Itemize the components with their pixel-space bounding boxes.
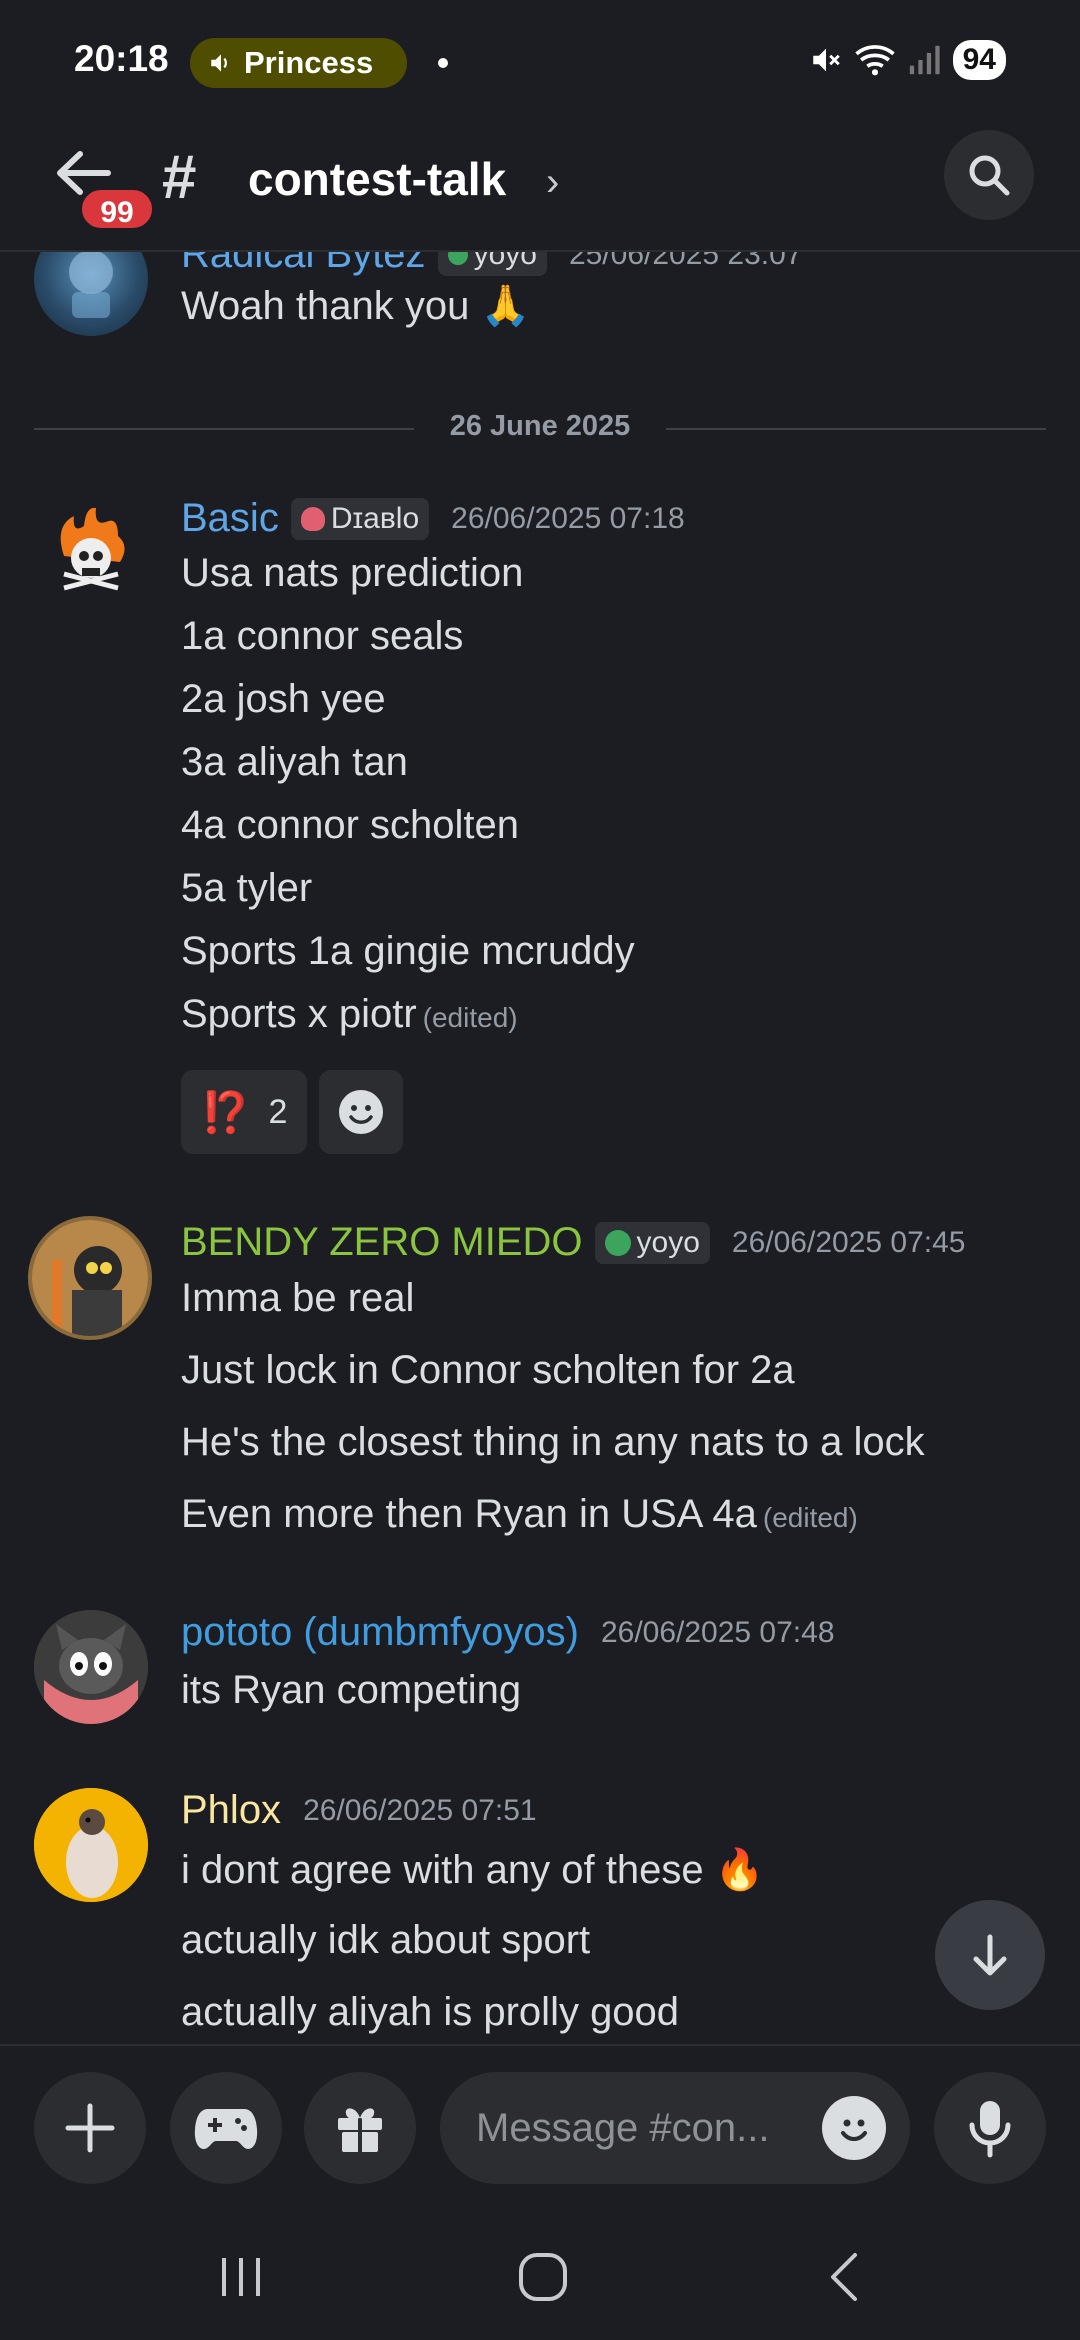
- username[interactable]: BENDY ZERO MIEDO: [181, 1220, 583, 1265]
- smiley-icon: [841, 2119, 867, 2141]
- chevron-left-icon: [831, 2253, 857, 2301]
- status-time: 20:18: [74, 38, 169, 79]
- activities-button[interactable]: [170, 2072, 282, 2184]
- edited-label: (edited): [762, 1502, 858, 1533]
- message-header: Radical Bytez yoyo 25/06/2025 23:07: [181, 252, 803, 277]
- username[interactable]: Radical Bytez: [181, 252, 426, 277]
- username[interactable]: Basic: [181, 496, 279, 541]
- microphone-icon: [969, 2101, 1011, 2158]
- channel-header: 99 # contest-talk ›: [0, 120, 1080, 252]
- battery-indicator: 94: [952, 40, 1006, 80]
- recent-apps-button[interactable]: [196, 2242, 286, 2312]
- skull-icon: [604, 1229, 631, 1256]
- date-divider: 26 June 2025: [34, 410, 1046, 446]
- message-input-container[interactable]: [440, 2072, 910, 2184]
- timestamp: 26/06/2025 07:18: [451, 501, 685, 535]
- avatar[interactable]: [28, 1216, 152, 1340]
- channel-hash-icon: #: [162, 143, 197, 212]
- guild-tag: yoyo: [594, 1221, 710, 1264]
- home-icon: [519, 2253, 567, 2301]
- message-text: 4a connor scholten: [181, 803, 520, 847]
- message-text: Woah thank you 🙏: [181, 284, 531, 328]
- voice-message-button[interactable]: [934, 2072, 1046, 2184]
- search-button[interactable]: [944, 130, 1034, 220]
- timestamp: 26/06/2025 07:51: [303, 1793, 537, 1827]
- skull-icon: [447, 252, 468, 265]
- system-back-button[interactable]: [800, 2242, 890, 2312]
- gift-button[interactable]: [304, 2072, 416, 2184]
- recents-icon: [222, 2258, 260, 2296]
- arrow-down-icon: [973, 1934, 1007, 1976]
- interrobang-emoji: ⁉️: [200, 1090, 251, 1135]
- message-text: actually aliyah is prolly good: [181, 1990, 680, 2034]
- guild-tag-label: yoyo: [473, 252, 537, 271]
- speaker-icon: [211, 54, 227, 72]
- mute-icon: [812, 48, 840, 72]
- add-reaction-button[interactable]: [319, 1070, 403, 1154]
- avatar[interactable]: [34, 252, 148, 336]
- attach-button[interactable]: [34, 2072, 146, 2184]
- message-text: Imma be real: [181, 1276, 415, 1320]
- message-text: actually idk about sport: [181, 1918, 591, 1962]
- message-text: 1a connor seals: [181, 614, 464, 658]
- message-text: 2a josh yee: [181, 677, 386, 721]
- gem-icon: [300, 506, 325, 531]
- guild-tag: yoyo: [437, 252, 547, 276]
- message-text: Just lock in Connor scholten for 2a: [181, 1348, 795, 1392]
- username[interactable]: Phlox: [181, 1788, 281, 1833]
- message-text-last: Sports x piotr: [181, 992, 417, 1036]
- message-text: He's the closest thing in any nats to a …: [181, 1420, 925, 1464]
- message-header: BENDY ZERO MIEDO yoyo 26/06/2025 07:45: [181, 1220, 965, 1265]
- message-text: i dont agree with any of these 🔥: [181, 1848, 765, 1892]
- message-list[interactable]: Radical Bytez yoyo 25/06/2025 23:07 Woah…: [0, 252, 1080, 2044]
- emoji-button[interactable]: [822, 2096, 886, 2160]
- chevron-right-icon[interactable]: ›: [546, 160, 559, 205]
- message-header: Phlox 26/06/2025 07:51: [181, 1788, 537, 1833]
- message-header: Basic Dɪaʙlᴏ 26/06/2025 07:18: [181, 496, 685, 541]
- reaction-interrobang[interactable]: ⁉️ 2: [181, 1070, 307, 1154]
- date-divider-label: 26 June 2025: [427, 410, 653, 442]
- guild-tag: Dɪaʙlᴏ: [290, 497, 430, 540]
- timestamp: 26/06/2025 07:45: [731, 1225, 966, 1259]
- signal-icon: [909, 45, 940, 75]
- search-icon: [969, 155, 1010, 196]
- guild-tag-label: Dɪaʙlᴏ: [330, 501, 420, 535]
- message-text: 3a aliyah tan: [181, 740, 408, 784]
- timestamp: 25/06/2025 23:07: [568, 252, 803, 271]
- home-button[interactable]: [498, 2242, 588, 2312]
- message-text: Sports 1a gingie mcruddy: [181, 929, 635, 973]
- guild-tag-label: yoyo: [636, 1225, 700, 1259]
- gift-icon: [338, 2108, 382, 2152]
- message-text: Even more then Ryan in USA 4a (edited): [181, 1492, 858, 1537]
- gamepad-icon: [194, 2109, 258, 2149]
- message-header: pototo (dumbmfyoyos) 26/06/2025 07:48: [181, 1610, 835, 1655]
- message-composer: [0, 2044, 1080, 2212]
- status-bar: 20:18 Princess 94: [0, 0, 1080, 120]
- edited-label: (edited): [422, 1002, 518, 1033]
- avatar[interactable]: [34, 1788, 148, 1902]
- timestamp: 26/06/2025 07:48: [600, 1615, 835, 1649]
- message-text: Sports x piotr (edited): [181, 992, 518, 1037]
- jump-to-bottom-button[interactable]: [935, 1900, 1045, 2010]
- media-pill-label: Princess: [244, 45, 374, 80]
- reaction-count: 2: [268, 1092, 288, 1131]
- wifi-icon: [854, 45, 895, 76]
- smiley-icon: [339, 1090, 383, 1134]
- message-text: Usa nats prediction: [181, 551, 524, 595]
- plus-icon: [65, 2103, 115, 2153]
- message-text: 5a tyler: [181, 866, 313, 910]
- unread-badge: 99: [78, 186, 156, 232]
- system-navigation-bar: [0, 2212, 1080, 2340]
- message-input[interactable]: [476, 2105, 806, 2151]
- message-text: its Ryan competing: [181, 1668, 522, 1712]
- username[interactable]: pototo (dumbmfyoyos): [181, 1610, 579, 1655]
- avatar[interactable]: [34, 1610, 148, 1724]
- channel-name[interactable]: contest-talk: [248, 152, 506, 206]
- notification-dot: [438, 58, 448, 68]
- avatar[interactable]: [34, 496, 148, 610]
- message-text-last: Even more then Ryan in USA 4a: [181, 1492, 757, 1536]
- media-pill[interactable]: Princess: [190, 38, 407, 88]
